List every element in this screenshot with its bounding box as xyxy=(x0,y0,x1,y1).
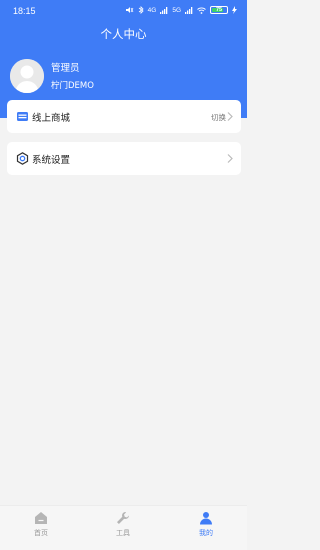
switch-link[interactable]: 切换 xyxy=(211,112,226,123)
person-icon xyxy=(200,512,212,525)
user-name: 管理员 xyxy=(51,63,80,74)
system-settings-item[interactable]: 系统设置 xyxy=(7,142,241,175)
battery-icon: 75 xyxy=(210,6,228,14)
bluetooth-icon xyxy=(138,6,144,14)
mute-icon xyxy=(125,7,134,13)
home-icon xyxy=(35,512,47,524)
settings-icon xyxy=(16,152,29,165)
wifi-icon xyxy=(197,7,206,14)
status-icons: 4G 5G 75 xyxy=(125,6,237,14)
avatar[interactable] xyxy=(10,59,44,93)
signal-icon xyxy=(185,6,193,14)
online-mall-label: 线上商城 xyxy=(32,113,71,124)
wrench-icon xyxy=(117,512,129,524)
signal-label-2: 5G xyxy=(172,6,181,14)
charging-icon xyxy=(232,6,237,14)
status-time: 18:15 xyxy=(13,6,36,16)
tab-home[interactable]: 首页 xyxy=(21,511,61,545)
user-company: 柠门DEMO xyxy=(51,81,94,91)
bottom-tab-bar: 首页 工具 我的 xyxy=(0,505,247,550)
signal-label-1: 4G xyxy=(147,6,157,14)
tab-mine[interactable]: 我的 xyxy=(186,511,226,545)
status-bar: 18:15 4G 5G 75 xyxy=(0,0,247,22)
signal-icon xyxy=(160,6,168,14)
store-icon xyxy=(17,112,28,121)
battery-level: 75 xyxy=(215,7,223,13)
page-title: 个人中心 xyxy=(100,27,147,41)
chevron-right-icon xyxy=(227,112,233,121)
tab-home-label: 首页 xyxy=(34,529,48,537)
system-settings-label: 系统设置 xyxy=(32,155,71,166)
online-mall-item[interactable]: 线上商城 切换 xyxy=(7,100,241,133)
tab-tools[interactable]: 工具 xyxy=(103,511,143,545)
tab-tools-label: 工具 xyxy=(116,529,130,537)
tab-mine-label: 我的 xyxy=(199,529,213,537)
chevron-right-icon xyxy=(227,154,233,163)
default-avatar-icon xyxy=(10,59,44,93)
